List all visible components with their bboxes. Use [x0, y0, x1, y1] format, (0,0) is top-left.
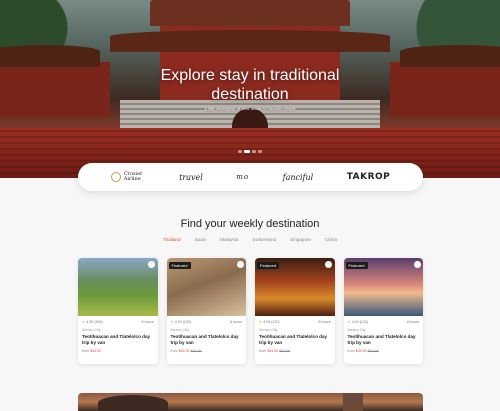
tour-price: from $34.00 $44.00	[344, 345, 424, 353]
partner-name: fanciful	[282, 172, 314, 182]
tour-rating: 4.94 (120)	[174, 320, 192, 324]
star-icon: ★	[347, 320, 351, 324]
tab-malaysia[interactable]: Malaysia	[220, 237, 238, 242]
tour-card[interactable]: ♡ ★ 4.95 (345) 8 hours Mexico City Teoti…	[78, 258, 158, 364]
tour-duration: 8 hours	[407, 320, 419, 324]
carousel-dot[interactable]	[238, 150, 242, 153]
tab-singapore[interactable]: Singapore	[290, 237, 311, 242]
section-title: Find your weekly destination	[180, 218, 320, 230]
hero-banner: Explore stay in traditional destination …	[0, 0, 500, 178]
roof-right	[400, 45, 500, 67]
hero-title: Explore stay in traditional destination	[160, 67, 340, 103]
tour-meta: ★ 4.94 (120) 8 hours	[167, 316, 247, 324]
price-prefix: from	[82, 349, 90, 354]
featured-badge: Featured	[257, 262, 280, 269]
price-value: $34.00	[90, 349, 102, 354]
roof-middle	[110, 30, 390, 52]
tour-title[interactable]: Teotihuacan and Tlatelolco day trip by v…	[255, 332, 335, 345]
hero-subtitle: A little description of what awaits to d…	[204, 106, 296, 111]
carousel-dot[interactable]	[252, 150, 256, 153]
partner-logos-bar: Crosier Airline travel mo fanciful TAKRO…	[78, 163, 423, 191]
carousel-dot-active[interactable]	[244, 150, 250, 153]
tab-thailand[interactable]: Thailand	[163, 237, 181, 242]
tour-image: Featured ♡	[166, 258, 246, 316]
price-old: $44.00	[279, 349, 291, 354]
price-value: $34.00	[355, 349, 367, 354]
tour-image: Featured ♡	[255, 258, 335, 316]
next-section-banner	[78, 393, 423, 411]
tour-image: ♡	[78, 258, 158, 316]
price-old: $44.00	[190, 349, 202, 354]
tour-card-list: ♡ ★ 4.95 (345) 8 hours Mexico City Teoti…	[78, 258, 423, 364]
tab-switzerland[interactable]: Switzerland	[252, 237, 276, 242]
tour-image: Featured ♡	[343, 258, 423, 316]
carousel-dot[interactable]	[258, 150, 262, 153]
tour-title[interactable]: Teotihuacan and Tlatelolco day trip by v…	[167, 332, 247, 345]
price-prefix: from	[170, 349, 178, 354]
heart-icon[interactable]: ♡	[236, 261, 244, 268]
star-icon: ★	[259, 320, 263, 324]
tour-rating: 4.95 (345)	[86, 320, 103, 324]
tour-location: Mexico City	[259, 328, 278, 332]
heart-icon[interactable]: ♡	[148, 261, 155, 268]
tour-rating: 4.94 (120)	[351, 320, 369, 324]
tour-meta: ★ 4.94 (120) 8 hours	[344, 316, 424, 324]
tour-location: Mexico City	[170, 328, 190, 332]
tour-duration: 8 hours	[230, 320, 242, 324]
tour-location: Mexico City	[347, 328, 367, 332]
star-icon: ★	[82, 320, 86, 324]
price-prefix: from	[259, 349, 267, 354]
partner-logo-fanciful: fanciful	[283, 173, 314, 182]
roof-top	[150, 0, 350, 26]
tower-shape	[343, 393, 363, 411]
price-old: $44.00	[367, 349, 379, 354]
tour-duration: 8 hours	[141, 320, 154, 324]
tour-meta: ★ 4.94 (120) 8 hours	[255, 316, 335, 324]
carousel-dots	[0, 140, 500, 158]
tour-duration: 8 hours	[318, 320, 331, 324]
partner-name: Crosier Airline	[123, 171, 143, 182]
partner-logo-mo: mo	[236, 173, 249, 181]
partner-name: travel	[179, 172, 203, 182]
hero-text: Explore stay in traditional destination …	[0, 66, 500, 111]
tour-price: from $34.00	[78, 345, 158, 353]
compass-circle-icon	[110, 172, 121, 182]
featured-badge: Featured	[168, 262, 191, 269]
heart-icon[interactable]: ♡	[413, 261, 421, 268]
price-value: $34.00	[267, 349, 279, 354]
star-icon: ★	[170, 320, 174, 324]
tab-china[interactable]: China	[325, 237, 337, 242]
tour-card[interactable]: Featured ♡ ★ 4.94 (120) 8 hours Mexico C…	[343, 258, 424, 364]
tour-title[interactable]: Teotihuacan and Tlatelolco day trip by v…	[78, 332, 158, 345]
tour-location: Mexico City	[82, 328, 101, 332]
tour-rating: 4.94 (120)	[263, 320, 280, 324]
mountain-shape	[98, 395, 168, 411]
partner-logo-crosier: Crosier Airline	[110, 171, 146, 182]
partner-logo-takrop: TAKROP	[347, 172, 391, 182]
price-value: $34.00	[178, 349, 190, 354]
tour-price: from $34.00 $44.00	[167, 345, 247, 353]
featured-badge: Featured	[345, 262, 368, 269]
tour-card[interactable]: Featured ♡ ★ 4.94 (120) 8 hours Mexico C…	[255, 258, 335, 364]
roof-left	[0, 45, 100, 67]
tour-title[interactable]: Teotihuacan and Tlatelolco day trip by v…	[344, 332, 424, 345]
price-prefix: from	[347, 349, 355, 354]
tab-spain[interactable]: Spain	[195, 237, 207, 242]
tour-price: from $34.00 $44.00	[255, 345, 335, 353]
partner-logo-travel: travel	[179, 173, 203, 182]
destination-tabs: Thailand Spain Malaysia Switzerland Sing…	[0, 237, 500, 242]
tour-meta: ★ 4.95 (345) 8 hours	[78, 316, 158, 324]
partner-name: mo	[236, 173, 250, 181]
partner-name: TAKROP	[346, 172, 391, 182]
heart-icon[interactable]: ♡	[325, 261, 332, 268]
tour-card[interactable]: Featured ♡ ★ 4.94 (120) 8 hours Mexico C…	[166, 258, 247, 364]
